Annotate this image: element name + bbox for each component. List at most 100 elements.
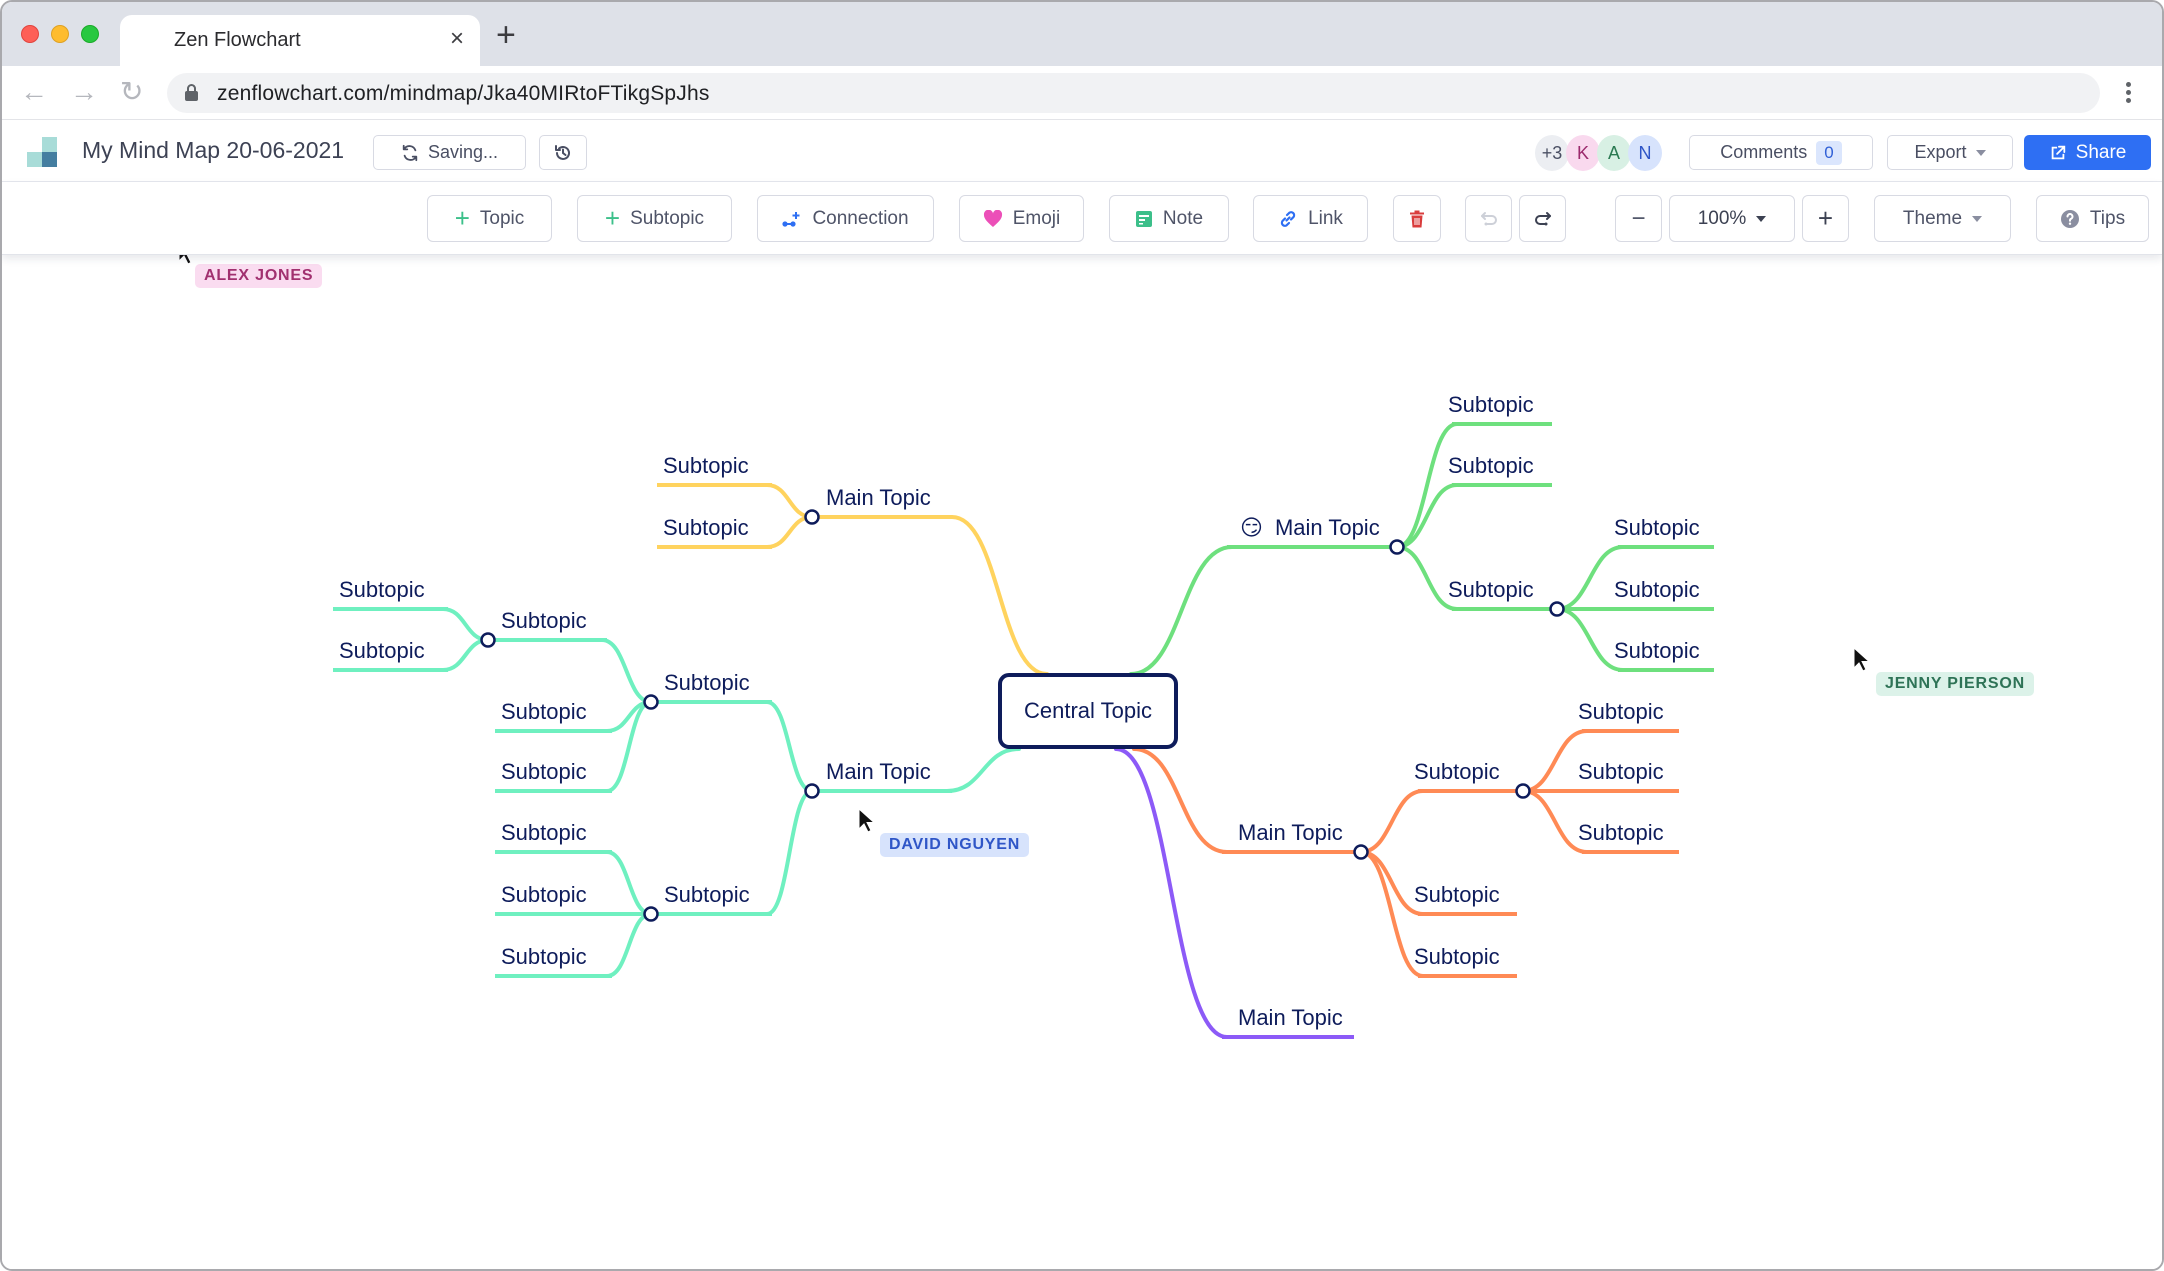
minimize-window-button[interactable] [51,25,69,43]
subtopic-node[interactable]: Subtopic [1614,577,1700,603]
connector-line [441,607,490,642]
collapse-toggle[interactable] [1389,539,1405,555]
subtopic-node[interactable]: Subtopic [339,638,425,664]
subtopic-node[interactable]: Subtopic [501,608,587,634]
main-topic-node-emoji[interactable]: 😏 Main Topic [1240,515,1380,541]
delete-button[interactable] [1393,195,1441,242]
plus-icon: + [454,203,470,233]
subtopic-node[interactable]: Subtopic [1448,577,1534,603]
tips-button[interactable]: Tips [2036,195,2149,242]
subtopic-node[interactable]: Subtopic [664,670,750,696]
link-icon [1280,210,1296,227]
main-topic-node[interactable]: Main Topic [1238,820,1343,846]
redo-button[interactable] [1519,195,1566,242]
browser-tab[interactable]: Zen Flowchart × [120,15,480,67]
share-button[interactable]: Share [2024,135,2151,170]
trash-icon [1410,210,1424,227]
collapse-toggle[interactable] [1515,783,1531,799]
zoom-out-button[interactable]: − [1615,195,1662,242]
subtopic-node[interactable]: Subtopic [663,515,749,541]
collaborator-tag-david: DAVID NGUYEN [880,833,1030,857]
subtopic-node[interactable]: Subtopic [1448,453,1534,479]
comments-count-badge: 0 [1816,140,1842,165]
subtopic-node[interactable]: Subtopic [501,699,587,725]
subtopic-node[interactable]: Subtopic [663,453,749,479]
note-label: Note [1162,207,1204,229]
avatar-more[interactable]: +3 [1535,135,1569,171]
central-topic-node[interactable]: Central Topic [998,673,1178,749]
collapse-toggle[interactable] [643,906,659,922]
collapse-toggle[interactable] [480,632,496,648]
note-button[interactable]: Note [1109,195,1229,242]
avatar-k[interactable]: K [1566,135,1600,171]
chevron-down-icon [1756,215,1767,222]
export-button[interactable]: Export [1887,135,2013,170]
avatar-n[interactable]: N [1628,135,1662,171]
connector-line [765,789,814,916]
collapse-toggle[interactable] [804,509,820,525]
external-link-icon [2051,145,2065,159]
subtopic-node[interactable]: Subtopic [1414,944,1500,970]
export-label: Export [1914,142,1967,162]
connection-button[interactable]: Connection [757,195,934,242]
lock-icon [185,84,198,101]
new-tab-button[interactable]: + [496,18,516,52]
subtopic-node[interactable]: Subtopic [1414,882,1500,908]
back-icon[interactable]: ← [20,77,48,107]
forward-icon[interactable]: → [70,77,98,107]
maximize-window-button[interactable] [81,25,99,43]
main-topic-node[interactable]: Main Topic [826,759,931,785]
main-topic-node[interactable]: Main Topic [826,485,931,511]
subtopic-node[interactable]: Subtopic [1448,392,1534,418]
close-window-button[interactable] [21,25,39,43]
main-topic-node[interactable]: Main Topic [1238,1005,1343,1031]
collaborator-tag-jenny: JENNY PIERSON [1876,672,2034,696]
cursor-icon [858,808,876,833]
cursor-icon [1853,647,1871,672]
link-button[interactable]: Link [1253,195,1368,242]
emoji-button[interactable]: Emoji [959,195,1084,242]
add-topic-button[interactable]: + Topic [427,195,552,242]
tab-bar: Zen Flowchart × + [2,2,2162,67]
zoom-in-button[interactable]: + [1802,195,1849,242]
collapse-toggle[interactable] [643,694,659,710]
subtopic-node[interactable]: Subtopic [1614,638,1700,664]
subtopic-node[interactable]: Subtopic [501,944,587,970]
zen-flowchart-logo[interactable] [27,137,57,167]
reload-icon[interactable]: ↻ [120,77,143,107]
zoom-level-select[interactable]: 100% [1669,195,1795,242]
theme-select[interactable]: Theme [1874,195,2011,242]
connector-line [765,483,814,519]
subtopic-node[interactable]: Subtopic [1578,820,1664,846]
browser-menu-icon[interactable] [2126,82,2132,106]
subtopic-node[interactable]: Subtopic [1578,759,1664,785]
subtopic-node[interactable]: Subtopic [1578,699,1664,725]
saving-status-button[interactable]: Saving... [373,135,526,170]
subtopic-node[interactable]: Subtopic [501,820,587,846]
subtopic-node[interactable]: Subtopic [1614,515,1700,541]
subtopic-node[interactable]: Subtopic [1414,759,1500,785]
version-history-button[interactable] [539,135,587,170]
subtopic-node[interactable]: Subtopic [664,882,750,908]
link-label: Link [1308,207,1343,229]
connector-line [1359,789,1425,854]
history-icon [555,144,570,160]
connector-line [600,638,653,704]
mindmap-connectors [333,422,1714,1039]
collapse-toggle[interactable] [1353,844,1369,860]
document-title[interactable]: My Mind Map 20-06-2021 [82,137,344,164]
connector-line [441,638,490,672]
undo-button[interactable] [1465,195,1512,242]
connector-line [605,850,653,916]
comments-button[interactable]: Comments 0 [1689,135,1873,170]
close-tab-icon[interactable]: × [450,25,464,53]
add-subtopic-button[interactable]: + Subtopic [577,195,732,242]
subtopic-node[interactable]: Subtopic [339,577,425,603]
mindmap-canvas[interactable]: Central Topic ALEX JONES DAVID NGUYEN JE… [2,240,2162,1269]
url-input[interactable]: zenflowchart.com/mindmap/Jka40MIRtoFTikg… [167,73,2100,113]
collapse-toggle[interactable] [804,783,820,799]
subtopic-node[interactable]: Subtopic [501,759,587,785]
collapse-toggle[interactable] [1549,601,1565,617]
avatar-a[interactable]: A [1597,135,1631,171]
subtopic-node[interactable]: Subtopic [501,882,587,908]
